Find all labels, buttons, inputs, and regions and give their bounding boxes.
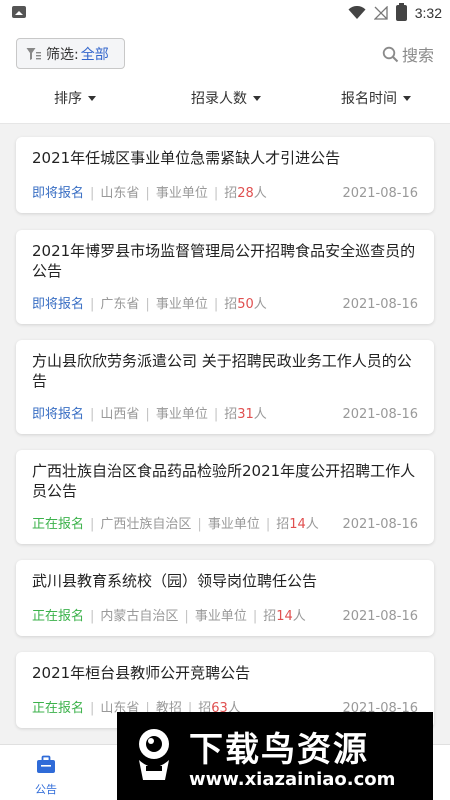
province: 广西壮族自治区	[100, 517, 192, 532]
announcement-card[interactable]: 方山县欣欣劳务派遣公司 关于招聘民政业务工作人员的公告 即将报名 | 山西省 | 事业单…	[16, 340, 434, 434]
province: 山西省	[100, 407, 140, 422]
filter-label: 筛选:	[46, 46, 79, 63]
announcement-meta: 正在报名 | 内蒙古自治区 | 事业单位 | 招14人	[32, 609, 306, 624]
recruit-unit: 人	[305, 517, 319, 532]
tab-announcements[interactable]: 公告	[22, 751, 70, 797]
announcement-meta: 即将报名 | 广东省 | 事业单位 | 招50人	[32, 297, 267, 312]
recruit-prefix: 招	[224, 186, 238, 201]
sort-label: 排序	[54, 91, 82, 107]
announcement-card[interactable]: 武川县教育系统校（园）领导岗位聘任公告 正在报名 | 内蒙古自治区 | 事业单位 | 招14…	[16, 560, 434, 636]
announcement-meta: 正在报名 | 广西壮族自治区 | 事业单位 | 招14人	[32, 517, 319, 532]
recruit-unit: 人	[253, 297, 267, 312]
status-bar: 3:32	[0, 0, 450, 26]
search-button[interactable]: 搜索	[382, 42, 434, 66]
sort-signup-time[interactable]: 报名时间	[341, 88, 411, 108]
announcement-title: 广西壮族自治区食品药品检验所2021年度公开招聘工作人员公告	[32, 462, 416, 500]
filter-icon	[26, 47, 41, 60]
bird-logo-icon	[139, 729, 169, 780]
watermark-title: 下载鸟资源	[189, 730, 369, 770]
recruit-count: 50	[237, 297, 254, 312]
status-label: 即将报名	[32, 186, 85, 201]
recruit-count: 14	[289, 517, 306, 532]
province: 内蒙古自治区	[100, 609, 179, 624]
watermark: 下载鸟资源 www.xiazainiao.com	[117, 712, 433, 800]
announcement-date: 2021-08-16	[342, 407, 418, 422]
recruit-unit: 人	[253, 186, 267, 201]
announcement-date: 2021-08-16	[342, 609, 418, 624]
status-label: 正在报名	[32, 701, 85, 716]
status-label: 正在报名	[32, 609, 85, 624]
search-label: 搜索	[401, 46, 434, 65]
filter-value: 全部	[80, 46, 109, 63]
announcement-title: 方山县欣欣劳务派遣公司 关于招聘民政业务工作人员的公告	[32, 352, 412, 390]
recruit-count: 14	[276, 609, 293, 624]
recruit-prefix: 招	[224, 297, 238, 312]
wifi-icon	[348, 6, 366, 19]
category: 事业单位	[207, 517, 260, 532]
recruit-unit: 人	[253, 407, 267, 422]
tab-label: 公告	[35, 783, 57, 796]
sort-label: 招录人数	[191, 91, 247, 107]
caret-down-icon	[88, 95, 96, 101]
announcement-meta: 即将报名 | 山西省 | 事业单位 | 招31人	[32, 407, 267, 422]
announcement-card[interactable]: 2021年博罗县市场监督管理局公开招聘食品安全巡查员的公告 即将报名 | 广东省 | 事…	[16, 230, 434, 324]
watermark-url: www.xiazainiao.com	[189, 769, 396, 790]
announcement-title: 2021年任城区事业单位急需紧缺人才引进公告	[32, 149, 341, 167]
category: 事业单位	[155, 407, 208, 422]
battery-icon	[395, 3, 407, 21]
announcement-title: 2021年桓台县教师公开竞聘公告	[32, 664, 251, 682]
status-label: 即将报名	[32, 297, 85, 312]
sort-recruit-count[interactable]: 招录人数	[191, 88, 261, 108]
photo-icon	[12, 6, 26, 18]
recruit-count: 31	[237, 407, 254, 422]
filter-button[interactable]: 筛选: 全部	[16, 38, 125, 69]
status-label: 即将报名	[32, 407, 85, 422]
province: 山东省	[100, 186, 140, 201]
recruit-prefix: 招	[263, 609, 277, 624]
announcement-date: 2021-08-16	[342, 297, 418, 312]
category: 事业单位	[155, 297, 208, 312]
status-icons: 3:32	[348, 2, 442, 24]
recruit-prefix: 招	[276, 517, 290, 532]
announcement-card[interactable]: 2021年任城区事业单位急需紧缺人才引进公告 即将报名 | 山东省 | 事业单位 | 招28…	[16, 137, 434, 213]
status-label: 正在报名	[32, 517, 85, 532]
announcement-title: 2021年博罗县市场监督管理局公开招聘食品安全巡查员的公告	[32, 242, 416, 280]
caret-down-icon	[253, 95, 261, 101]
province: 广东省	[100, 297, 140, 312]
caret-down-icon	[403, 95, 411, 101]
category: 事业单位	[194, 609, 247, 624]
recruit-unit: 人	[292, 609, 306, 624]
category: 事业单位	[155, 186, 208, 201]
clock: 3:32	[414, 5, 442, 21]
announcement-meta: 即将报名 | 山东省 | 事业单位 | 招28人	[32, 186, 267, 201]
announcement-date: 2021-08-16	[342, 186, 418, 201]
sort-bar: 排序 招录人数 报名时间	[0, 82, 450, 124]
briefcase-icon	[37, 755, 55, 773]
no-signal-icon	[373, 6, 388, 20]
sort-label: 报名时间	[341, 91, 397, 107]
recruit-prefix: 招	[224, 407, 238, 422]
announcement-card[interactable]: 广西壮族自治区食品药品检验所2021年度公开招聘工作人员公告 正在报名 | 广西壮族…	[16, 450, 434, 544]
announcement-title: 武川县教育系统校（园）领导岗位聘任公告	[32, 572, 318, 590]
search-icon	[382, 46, 399, 62]
sort-default[interactable]: 排序	[54, 88, 96, 108]
recruit-count: 28	[237, 186, 254, 201]
announcement-date: 2021-08-16	[342, 517, 418, 532]
top-bar: 筛选: 全部 搜索	[0, 26, 450, 82]
